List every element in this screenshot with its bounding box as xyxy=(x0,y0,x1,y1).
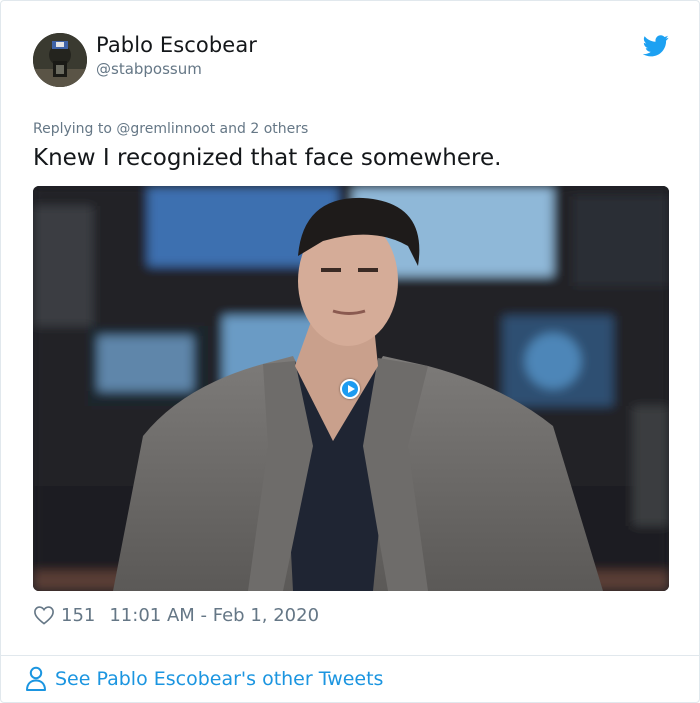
see-other-tweets-link[interactable]: See Pablo Escobear's other Tweets xyxy=(25,666,383,692)
heart-icon[interactable] xyxy=(33,605,55,625)
tweet-text: Knew I recognized that face somewhere. xyxy=(33,145,502,171)
timestamp[interactable]: 11:01 AM - Feb 1, 2020 xyxy=(109,605,319,626)
see-other-tweets-label: See Pablo Escobear's other Tweets xyxy=(55,668,384,690)
tweet-meta: 151 11:01 AM - Feb 1, 2020 xyxy=(33,603,319,627)
avatar[interactable] xyxy=(33,33,87,87)
tweet-card: Pablo Escobear @stabpossum Replying to @… xyxy=(0,0,700,703)
person-icon xyxy=(26,666,46,691)
twitter-logo-icon[interactable] xyxy=(643,35,669,57)
divider xyxy=(1,655,699,656)
play-icon[interactable] xyxy=(340,379,360,399)
user-handle[interactable]: @stabpossum xyxy=(96,60,202,78)
display-name[interactable]: Pablo Escobear xyxy=(96,33,257,57)
reply-context[interactable]: Replying to @gremlinnoot and 2 others xyxy=(33,121,308,137)
like-count[interactable]: 151 xyxy=(61,605,95,626)
avatar-image xyxy=(33,33,87,87)
